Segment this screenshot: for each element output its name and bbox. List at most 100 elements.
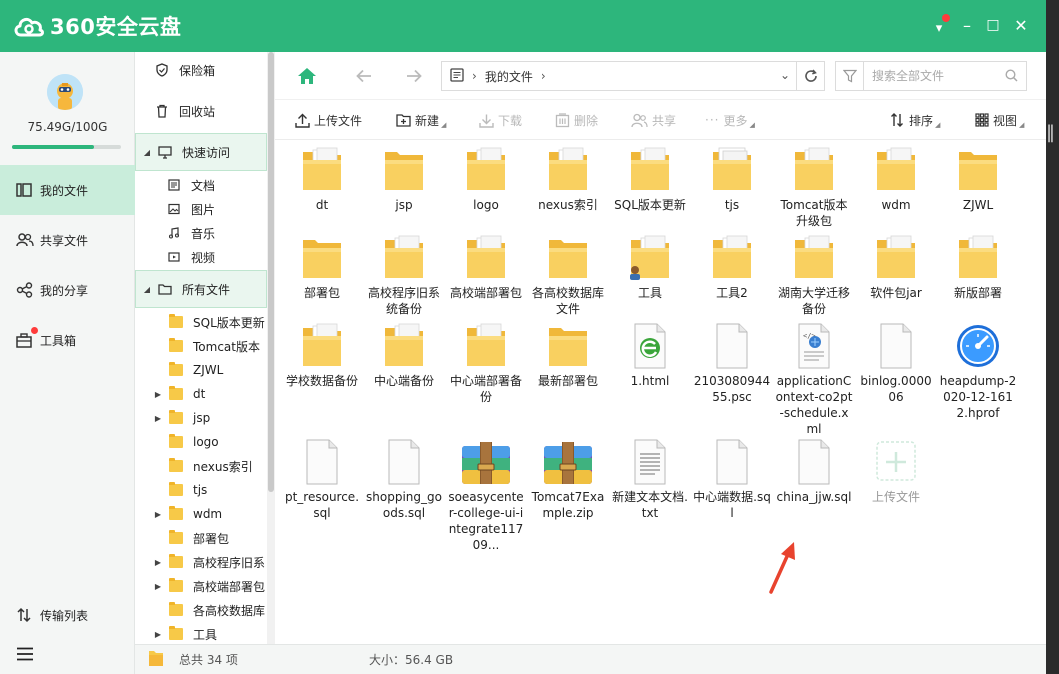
tree-folder-item[interactable]: SQL版本更新 xyxy=(135,310,267,334)
expand-triangle-icon[interactable]: ▶ xyxy=(153,390,163,399)
file-item[interactable]: shopping_goods.sql xyxy=(365,438,443,521)
maximize-icon: □ xyxy=(986,17,1000,33)
delete-button[interactable]: 删除 xyxy=(555,110,598,130)
expand-triangle-icon[interactable]: ▶ xyxy=(153,510,163,519)
file-item[interactable]: heapdump-2020-12-1612.hprof xyxy=(939,322,1017,421)
file-item[interactable]: soeasycenter-college-ui-integrate11709..… xyxy=(447,438,525,553)
folder-item[interactable]: nexus索引 xyxy=(529,146,607,213)
expand-triangle-icon[interactable]: ▶ xyxy=(153,414,163,423)
file-item[interactable]: 1.html xyxy=(611,322,689,389)
folder-item[interactable]: tjs xyxy=(693,146,771,213)
main-menu-button[interactable] xyxy=(0,634,135,674)
file-item[interactable]: 210308094455.psc xyxy=(693,322,771,405)
folder-item[interactable]: 高校端部署包 xyxy=(447,234,525,301)
avatar[interactable] xyxy=(47,74,83,110)
folder-item[interactable]: 软件包jar xyxy=(857,234,935,301)
tree-item-music[interactable]: 音乐 xyxy=(135,221,267,245)
folder-item[interactable]: wdm xyxy=(857,146,935,213)
users-icon xyxy=(16,232,34,248)
path-separator-icon[interactable]: › xyxy=(541,69,546,83)
share-button[interactable]: 共享 xyxy=(631,110,676,130)
folder-item[interactable]: dt xyxy=(283,146,361,213)
download-button[interactable]: 下载 xyxy=(479,110,522,130)
tree-folder-item[interactable]: 部署包 xyxy=(135,526,267,550)
folder-item[interactable]: 最新部署包 xyxy=(529,322,607,389)
home-icon xyxy=(298,68,316,84)
tree-item-video[interactable]: 视频 xyxy=(135,245,267,269)
chevron-down-icon[interactable]: ⌄ xyxy=(780,68,790,82)
tree-item-images[interactable]: 图片 xyxy=(135,197,267,221)
folder-item[interactable]: 中心端部署备份 xyxy=(447,322,525,405)
new-button[interactable]: 新建 ◢ xyxy=(396,110,446,130)
folder-item[interactable]: 工具 xyxy=(611,234,689,301)
tree-folder-item[interactable]: tjs xyxy=(135,478,267,502)
tree-folder-item[interactable]: ZJWL xyxy=(135,358,267,382)
folder-item[interactable]: ZJWL xyxy=(939,146,1017,213)
nav-toolbox[interactable]: 工具箱 xyxy=(0,315,135,365)
file-item[interactable]: 新建文本文档.txt xyxy=(611,438,689,521)
back-button[interactable] xyxy=(352,64,376,88)
folder-item[interactable]: 湖南大学迁移备份 xyxy=(775,234,853,317)
tree-folder-item[interactable]: ▶ dt xyxy=(135,382,267,406)
minimize-button[interactable]: – xyxy=(956,14,978,36)
folder-item[interactable]: Tomcat版本升级包 xyxy=(775,146,853,229)
nav-transfer-list[interactable]: 传输列表 xyxy=(0,590,135,640)
folder-item[interactable]: 学校数据备份 xyxy=(283,322,361,389)
file-item[interactable]: 中心端数据.sql xyxy=(693,438,771,521)
tree-section-quick-access[interactable]: ◢ 快速访问 xyxy=(135,133,267,171)
expand-triangle-icon[interactable]: ▶ xyxy=(153,630,163,639)
sort-button[interactable]: 排序 ◢ xyxy=(890,110,940,130)
tree-folder-item[interactable]: ▶ jsp xyxy=(135,406,267,430)
path-root[interactable]: 我的文件 xyxy=(485,68,533,85)
folder-item[interactable]: logo xyxy=(447,146,525,213)
new-label: 新建 xyxy=(415,113,440,128)
nav-my-shares[interactable]: 我的分享 xyxy=(0,265,135,315)
more-button[interactable]: ··· 更多 ◢ xyxy=(705,110,755,130)
folder-item[interactable]: 中心端备份 xyxy=(365,322,443,389)
nav-shared-files[interactable]: 共享文件 xyxy=(0,215,135,265)
search-input[interactable] xyxy=(872,63,1002,89)
view-button[interactable]: 视图 ◢ xyxy=(975,110,1024,130)
file-item[interactable]: Tomcat7Example.zip xyxy=(529,438,607,521)
folder-item[interactable]: 工具2 xyxy=(693,234,771,301)
folder-item[interactable]: 部署包 xyxy=(283,234,361,301)
refresh-button[interactable] xyxy=(797,61,825,91)
tree-item-vault[interactable]: 保险箱 xyxy=(135,58,267,82)
path-bar[interactable]: › 我的文件 › ⌄ xyxy=(441,61,797,91)
folder-item[interactable]: 新版部署 xyxy=(939,234,1017,301)
tree-folder-item[interactable]: ▶ wdm xyxy=(135,502,267,526)
folder-item[interactable]: SQL版本更新 xyxy=(611,146,689,213)
expand-triangle-icon[interactable]: ▶ xyxy=(153,582,163,591)
search-icon[interactable] xyxy=(1005,69,1018,85)
upload-file-tile[interactable]: 上传文件 xyxy=(857,438,935,505)
tree-folder-item[interactable]: ▶ 高校端部署包 xyxy=(135,574,267,598)
expand-triangle-icon[interactable]: ▶ xyxy=(153,558,163,567)
tree-item-docs[interactable]: 文档 xyxy=(135,173,267,197)
tree-folder-item[interactable]: logo xyxy=(135,430,267,454)
file-item[interactable]: binlog.000006 xyxy=(857,322,935,405)
tree-folder-item[interactable]: ▶ 高校程序旧系 xyxy=(135,550,267,574)
tree-folder-item[interactable]: Tomcat版本 xyxy=(135,334,267,358)
folder-item[interactable]: 各高校数据库文件 xyxy=(529,234,607,317)
tree-folder-item[interactable]: 各高校数据库 xyxy=(135,598,267,622)
forward-button[interactable] xyxy=(402,64,426,88)
upload-button[interactable]: 上传文件 xyxy=(295,110,362,130)
tree-scrollbar-thumb[interactable] xyxy=(268,52,274,492)
filter-button[interactable] xyxy=(836,62,864,90)
tree-folder-item[interactable]: ▶ 工具 xyxy=(135,622,267,644)
close-button[interactable]: ✕ xyxy=(1010,14,1032,36)
tree-scrollbar[interactable] xyxy=(267,52,275,644)
folder-item[interactable]: jsp xyxy=(365,146,443,213)
file-item[interactable]: china_jjw.sql xyxy=(775,438,853,505)
maximize-button[interactable]: □ xyxy=(982,14,1004,36)
file-name: jsp xyxy=(395,198,413,212)
tree-folder-item[interactable]: nexus索引 xyxy=(135,454,267,478)
home-button[interactable] xyxy=(295,64,319,88)
file-item[interactable]: pt_resource.sql xyxy=(283,438,361,521)
tree-section-all-files[interactable]: ◢ 所有文件 xyxy=(135,270,267,308)
file-item[interactable]: </> applicationContext-co2pt-schedule.xml xyxy=(775,322,853,437)
nav-my-files[interactable]: 我的文件 xyxy=(0,165,135,215)
tree-item-recycle-bin[interactable]: 回收站 xyxy=(135,99,267,123)
folder-item[interactable]: 高校程序旧系统备份 xyxy=(365,234,443,317)
title-bar[interactable]: 360安全云盘 ▾ – □ ✕ xyxy=(0,0,1046,52)
